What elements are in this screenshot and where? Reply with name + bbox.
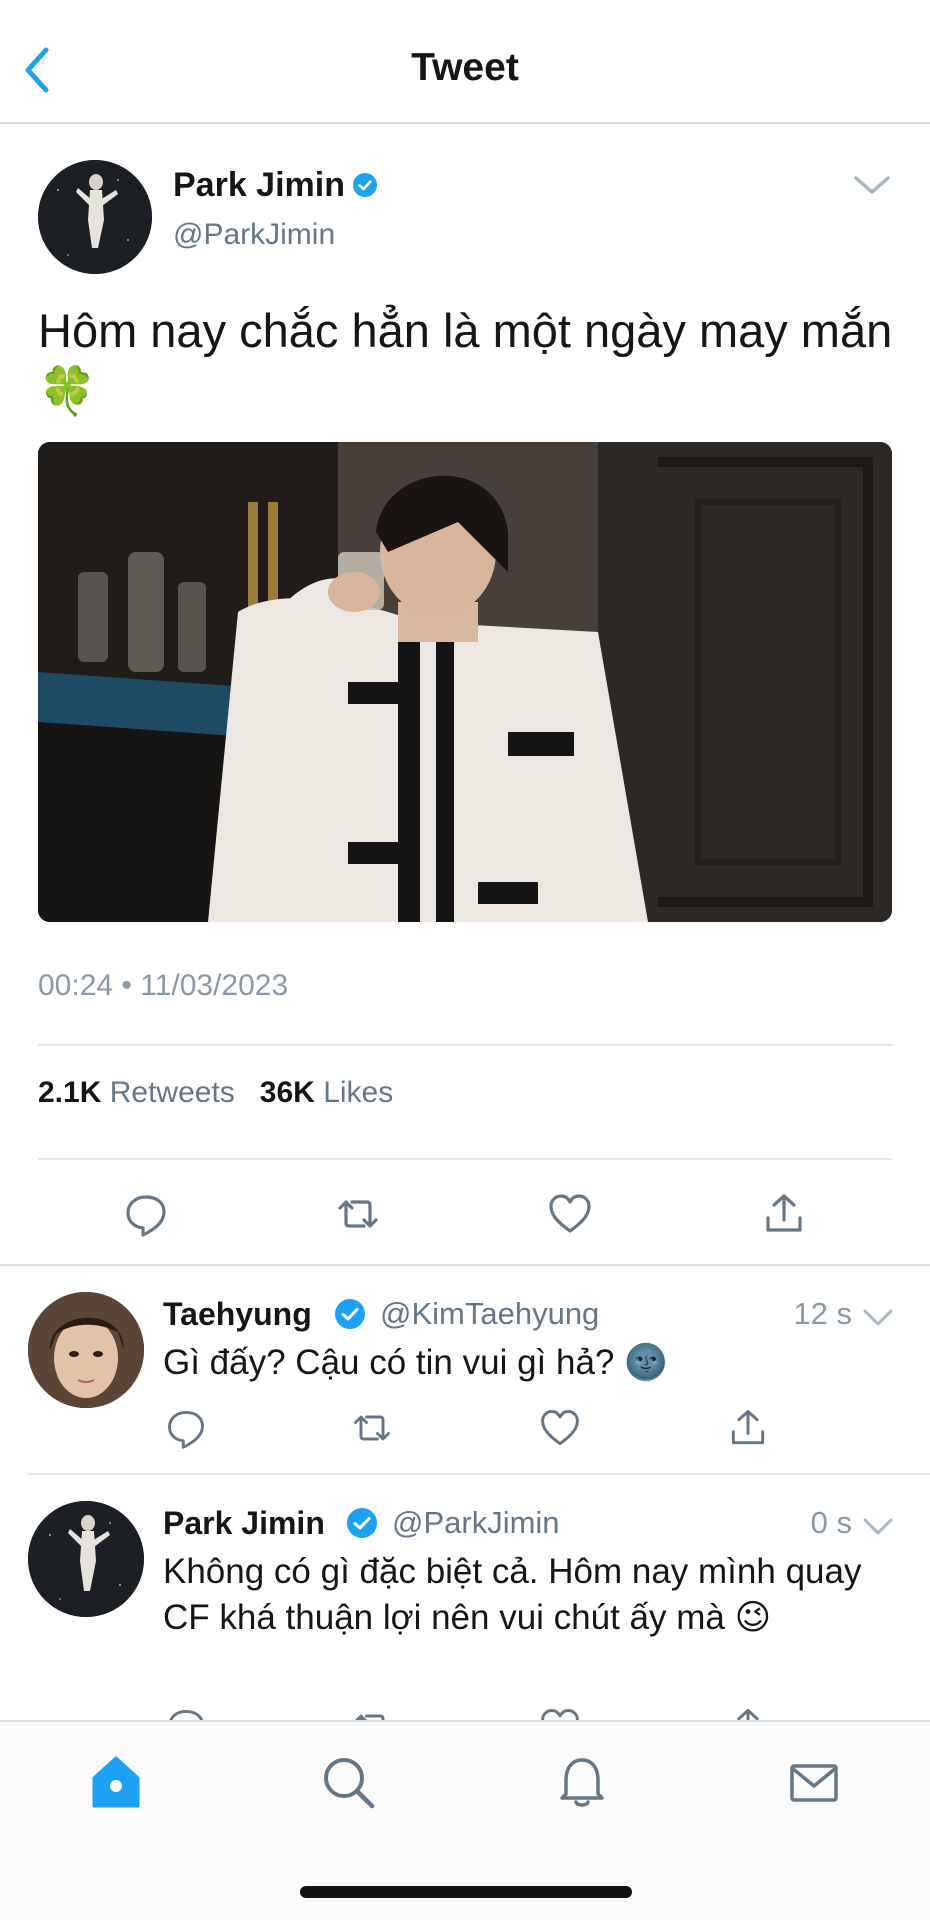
verified-badge-icon bbox=[335, 1299, 365, 1329]
retweet-icon bbox=[354, 1415, 390, 1441]
share-button[interactable] bbox=[760, 1190, 808, 1238]
home-indicator bbox=[300, 1886, 632, 1898]
like-button[interactable] bbox=[538, 1406, 582, 1450]
tweet-stats: 2.1K Retweets 36K Likes bbox=[38, 1076, 393, 1110]
author-handle[interactable]: @ParkJimin bbox=[173, 218, 335, 252]
page-title: Tweet bbox=[411, 46, 519, 89]
heart-icon bbox=[549, 1194, 591, 1233]
bell-icon bbox=[560, 1758, 604, 1807]
share-button[interactable] bbox=[726, 1406, 770, 1450]
share-icon bbox=[766, 1194, 802, 1232]
reply-text: Không có gì đặc biệt cả. Hôm nay mình qu… bbox=[163, 1552, 862, 1637]
avatar[interactable] bbox=[38, 160, 152, 274]
search-icon bbox=[324, 1758, 375, 1809]
divider bbox=[38, 1044, 892, 1046]
tab-home[interactable] bbox=[86, 1752, 146, 1812]
bottom-tab-bar bbox=[0, 1720, 930, 1920]
reply-time: 12 s bbox=[793, 1296, 852, 1331]
top-bar: Tweet bbox=[0, 0, 930, 124]
avatar[interactable] bbox=[28, 1501, 144, 1617]
tweet-photo[interactable] bbox=[38, 442, 892, 922]
divider bbox=[38, 1158, 892, 1160]
tweet-menu-button[interactable] bbox=[862, 1515, 894, 1539]
author-name[interactable]: Park Jimin bbox=[163, 1505, 325, 1542]
verified-badge-icon bbox=[353, 173, 377, 197]
avatar[interactable] bbox=[28, 1292, 144, 1408]
heart-icon bbox=[541, 1709, 579, 1720]
author-handle[interactable]: @ParkJimin bbox=[392, 1505, 560, 1541]
home-icon bbox=[92, 1756, 140, 1808]
chevron-down-icon bbox=[863, 1309, 893, 1326]
author-name[interactable]: Park Jimin bbox=[173, 166, 345, 205]
retweet-icon bbox=[354, 1714, 385, 1720]
retweets-label[interactable]: Retweets bbox=[110, 1076, 235, 1109]
tweet-text: Hôm nay chắc hẳn là một ngày may mắn 🍀 bbox=[38, 304, 893, 417]
retweet-button[interactable] bbox=[350, 1406, 394, 1450]
share-icon bbox=[737, 1709, 759, 1720]
chevron-down-icon bbox=[854, 176, 890, 194]
photo-image bbox=[38, 442, 892, 922]
retweets-count[interactable]: 2.1K bbox=[38, 1076, 101, 1109]
reply-button[interactable] bbox=[164, 1705, 208, 1720]
retweet-button[interactable] bbox=[350, 1705, 394, 1720]
verified-badge-icon bbox=[347, 1508, 377, 1538]
reply-text: Gì đấy? Cậu có tin vui gì hả? 🌚 bbox=[163, 1343, 668, 1382]
tab-search[interactable] bbox=[318, 1752, 378, 1812]
like-button[interactable] bbox=[538, 1705, 582, 1720]
reply-button[interactable] bbox=[164, 1406, 208, 1450]
tab-notifications[interactable] bbox=[552, 1752, 612, 1812]
share-icon bbox=[731, 1410, 765, 1445]
author-handle[interactable]: @KimTaehyung bbox=[380, 1296, 599, 1332]
tab-messages[interactable] bbox=[784, 1752, 844, 1812]
avatar-image bbox=[28, 1501, 144, 1617]
author-name[interactable]: Taehyung bbox=[163, 1296, 312, 1333]
reply-time: 0 s bbox=[810, 1505, 852, 1540]
reply-button[interactable] bbox=[122, 1190, 170, 1238]
share-button[interactable] bbox=[726, 1705, 770, 1720]
reply-icon bbox=[169, 1709, 204, 1720]
tweet-menu-button[interactable] bbox=[862, 1306, 894, 1330]
chevron-down-icon bbox=[863, 1518, 893, 1535]
mail-icon bbox=[790, 1764, 838, 1802]
likes-count[interactable]: 36K bbox=[260, 1076, 315, 1109]
section-divider bbox=[0, 1264, 930, 1266]
likes-label[interactable]: Likes bbox=[323, 1076, 393, 1109]
tweet-menu-button[interactable] bbox=[852, 170, 892, 200]
retweet-button[interactable] bbox=[334, 1190, 382, 1238]
heart-icon bbox=[541, 1410, 579, 1446]
reply-icon bbox=[126, 1195, 166, 1237]
like-button[interactable] bbox=[546, 1190, 594, 1238]
reply-tweet[interactable]: Park Jimin @ParkJimin 0 s Không có gì đặ… bbox=[0, 1475, 930, 1720]
retweet-icon bbox=[338, 1200, 378, 1228]
reply-icon bbox=[168, 1410, 204, 1449]
avatar-image bbox=[28, 1292, 144, 1408]
avatar-image bbox=[38, 160, 152, 274]
tweet-timestamp: 00:24 • 11/03/2023 bbox=[38, 969, 289, 1002]
